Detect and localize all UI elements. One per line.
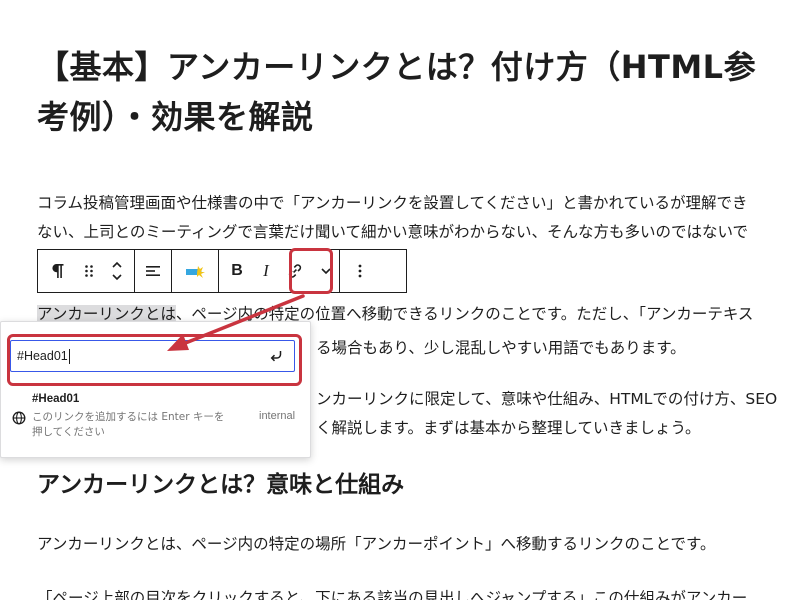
globe-icon: [12, 411, 26, 425]
alignment-group: [135, 250, 172, 292]
italic-button[interactable]: I: [255, 250, 277, 292]
move-up-down-icon[interactable]: [100, 250, 134, 292]
drag-handle-icon[interactable]: [78, 250, 100, 292]
paragraph-line[interactable]: アンカーリンクとは、ページ内の特定の場所「アンカーポイント」へ移動するリンクのこ…: [37, 529, 715, 559]
suggestion-description: このリンクを追加するには Enter キーを押してください: [32, 411, 225, 438]
options-group: [340, 250, 380, 292]
paragraph-line[interactable]: コラム投稿管理画面や仕様書の中で「アンカーリンクを設置してください」と書かれてい…: [37, 188, 748, 218]
suggestion-type: internal: [259, 410, 296, 422]
pilcrow-icon[interactable]: [38, 250, 78, 292]
plugin-group: [172, 250, 219, 292]
link-input-highlight: [7, 334, 302, 386]
more-vertical-icon[interactable]: [340, 250, 380, 292]
section-heading[interactable]: アンカーリンクとは？意味と仕組み: [37, 468, 404, 502]
block-toolbar: B I: [37, 249, 407, 293]
paragraph-line[interactable]: 「ページ上部の目次をクリックすると、下にある該当の見出しへジャンプする」この仕組…: [37, 583, 747, 600]
paragraph-line[interactable]: る場合もあり、少し混乱しやすい用語でもあります。: [316, 333, 686, 363]
paragraph-line[interactable]: く解説します。まずは基本から整理していきましょう。: [316, 413, 701, 443]
block-type-group: [38, 250, 135, 292]
suggestion-title[interactable]: #Head01: [32, 393, 79, 405]
link-button-highlight: [289, 248, 333, 294]
paragraph-line[interactable]: ない、上司とのミーティングで言葉だけ聞いて細かい意味がわからない、そんな方も多い…: [37, 217, 748, 247]
paragraph-line[interactable]: ンカーリンクに限定して、意味や仕組み、HTMLでの付け方、SEO: [316, 384, 777, 414]
post-title[interactable]: 【基本】アンカーリンクとは？付け方（HTML参考例）・効果を解説: [37, 42, 787, 142]
bold-button[interactable]: B: [219, 250, 255, 292]
highlighter-icon[interactable]: [172, 250, 218, 292]
align-left-icon[interactable]: [135, 250, 171, 292]
